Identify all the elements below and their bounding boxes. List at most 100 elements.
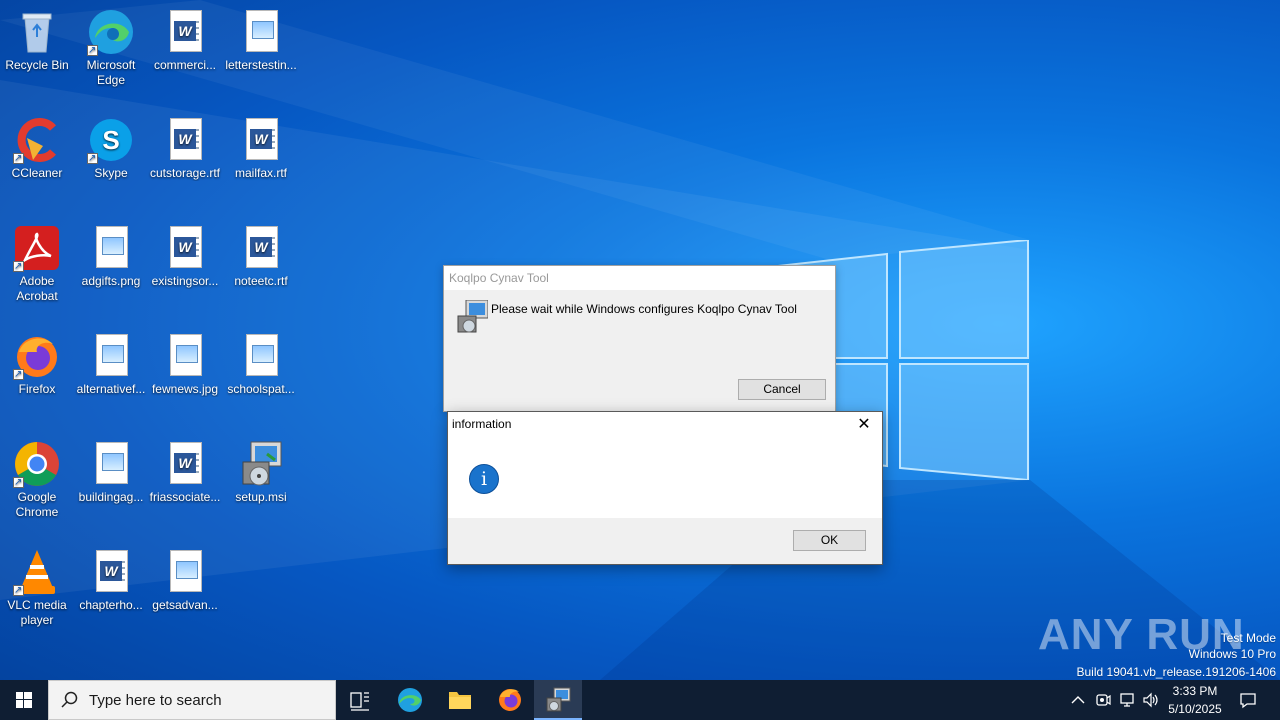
desktop-icon-fewnews[interactable]: fewnews.jpg — [148, 332, 222, 397]
image-file-icon — [87, 332, 135, 380]
firefox-icon — [499, 689, 521, 711]
taskbar-file-explorer-button[interactable] — [436, 680, 484, 720]
task-view-icon — [350, 692, 369, 711]
clock-time[interactable]: 3:33 PM — [1162, 684, 1228, 698]
desktop-icon-mailfax[interactable]: W mailfax.rtf — [224, 116, 298, 181]
word-document-icon: W — [161, 440, 209, 488]
vlc-icon — [13, 548, 61, 598]
word-document-icon: W — [161, 116, 209, 164]
icon-label: Microsoft Edge — [86, 58, 136, 87]
shortcut-arrow-icon — [13, 151, 24, 166]
image-file-icon — [87, 224, 135, 272]
clock-date[interactable]: 5/10/2025 — [1162, 702, 1228, 716]
icon-label: getsadvan... — [152, 598, 218, 612]
taskbar-installer-button[interactable] — [534, 680, 582, 720]
icon-label: mailfax.rtf — [234, 166, 287, 180]
word-document-icon: W — [87, 548, 135, 596]
desktop-icon-adgifts[interactable]: adgifts.png — [74, 224, 148, 289]
start-button[interactable] — [0, 680, 48, 720]
icon-label: Adobe Acrobat — [16, 274, 58, 303]
recycle-bin-icon — [13, 8, 61, 56]
acrobat-icon — [13, 224, 61, 274]
icon-label: friassociate... — [149, 490, 221, 504]
icon-label: Firefox — [18, 382, 56, 396]
shortcut-arrow-icon — [13, 259, 24, 274]
windows-start-icon — [16, 692, 32, 708]
meet-now-icon[interactable] — [1094, 691, 1112, 709]
word-document-icon: W — [237, 224, 285, 272]
notification-center-icon[interactable] — [1238, 690, 1258, 710]
desktop-icon-letterstestin[interactable]: letterstestin... — [224, 8, 298, 73]
icon-label: fewnews.jpg — [151, 382, 219, 396]
icon-label: commerci... — [153, 58, 216, 72]
ccleaner-icon — [13, 116, 61, 166]
icon-label: alternativef... — [76, 382, 146, 396]
desktop-icon-existingsor[interactable]: W existingsor... — [148, 224, 222, 289]
info-icon: i — [469, 464, 499, 494]
installer-icon — [546, 687, 571, 712]
desktop-icon-noteetc[interactable]: W noteetc.rtf — [224, 224, 298, 289]
desktop-icon-skype[interactable]: S Skype — [74, 116, 148, 181]
desktop-icon-microsoft-edge[interactable]: Microsoft Edge — [74, 8, 148, 88]
folder-icon — [449, 692, 471, 709]
image-file-icon — [161, 332, 209, 380]
desktop-icon-buildingag[interactable]: buildingag... — [74, 440, 148, 505]
desktop-icon-ccleaner[interactable]: CCleaner — [0, 116, 74, 181]
edge-icon — [398, 688, 422, 712]
task-view-button[interactable] — [336, 680, 384, 720]
svg-text:S: S — [102, 125, 119, 155]
image-file-icon — [237, 8, 285, 56]
search-placeholder: Type here to search — [89, 692, 222, 709]
desktop-icon-recycle-bin[interactable]: Recycle Bin — [0, 8, 74, 73]
network-icon[interactable] — [1118, 691, 1136, 709]
close-icon[interactable]: ✕ — [852, 414, 876, 436]
desktop-icon-firefox[interactable]: Firefox — [0, 332, 74, 397]
desktop-icon-commerci[interactable]: W commerci... — [148, 8, 222, 73]
desktop-icon-getsadvan[interactable]: getsadvan... — [148, 548, 222, 613]
icon-label: CCleaner — [11, 166, 63, 180]
dialog-footer: OK — [448, 518, 882, 564]
icon-label: setup.msi — [235, 490, 287, 504]
icon-label: adgifts.png — [81, 274, 141, 288]
chrome-icon — [13, 440, 61, 490]
taskbar-edge-button[interactable] — [386, 680, 434, 720]
installer-dialog: Koqlpo Cynav Tool Please wait while Wind… — [443, 265, 836, 412]
desktop-icon-google-chrome[interactable]: Google Chrome — [0, 440, 74, 520]
edge-icon — [87, 8, 135, 58]
cancel-button[interactable]: Cancel — [738, 379, 826, 400]
information-dialog-title: information — [452, 417, 512, 431]
test-mode-label: Test Mode — [1220, 631, 1276, 645]
skype-icon: S — [87, 116, 135, 166]
word-document-icon: W — [161, 8, 209, 56]
msi-installer-icon — [237, 440, 285, 488]
firefox-icon — [13, 332, 61, 382]
word-document-icon: W — [237, 116, 285, 164]
icon-label: existingsor... — [151, 274, 219, 288]
desktop-icon-alternativef[interactable]: alternativef... — [74, 332, 148, 397]
desktop-icon-schoolspat[interactable]: schoolspat... — [224, 332, 298, 397]
icon-label: buildingag... — [78, 490, 144, 504]
image-file-icon — [237, 332, 285, 380]
shortcut-arrow-icon — [13, 367, 24, 382]
icon-label: Skype — [94, 166, 128, 180]
desktop-icon-cutstorage[interactable]: W cutstorage.rtf — [148, 116, 222, 181]
chevron-up-icon[interactable] — [1070, 693, 1086, 707]
build-label: Build 19041.vb_release.191206-1406 — [1076, 665, 1277, 679]
desktop-icon-setup-msi[interactable]: setup.msi — [224, 440, 298, 505]
desktop-icon-adobe-acrobat[interactable]: Adobe Acrobat — [0, 224, 74, 304]
installer-dialog-title: Koqlpo Cynav Tool — [444, 266, 835, 290]
image-file-icon — [161, 548, 209, 596]
desktop-icon-vlc[interactable]: VLC media player — [0, 548, 74, 628]
installer-icon — [456, 299, 489, 334]
icon-label: schoolspat... — [227, 382, 295, 396]
taskbar-firefox-button[interactable] — [486, 680, 534, 720]
information-dialog: information ✕ i OK — [447, 411, 883, 565]
volume-icon[interactable] — [1142, 691, 1160, 709]
icon-label: noteetc.rtf — [234, 274, 288, 288]
shortcut-arrow-icon — [87, 43, 98, 58]
desktop-icon-chapterho[interactable]: W chapterho... — [74, 548, 148, 613]
ok-button[interactable]: OK — [793, 530, 866, 551]
desktop-icon-friassociate[interactable]: W friassociate... — [148, 440, 222, 505]
word-document-icon: W — [161, 224, 209, 272]
search-box[interactable]: Type here to search — [48, 680, 336, 720]
